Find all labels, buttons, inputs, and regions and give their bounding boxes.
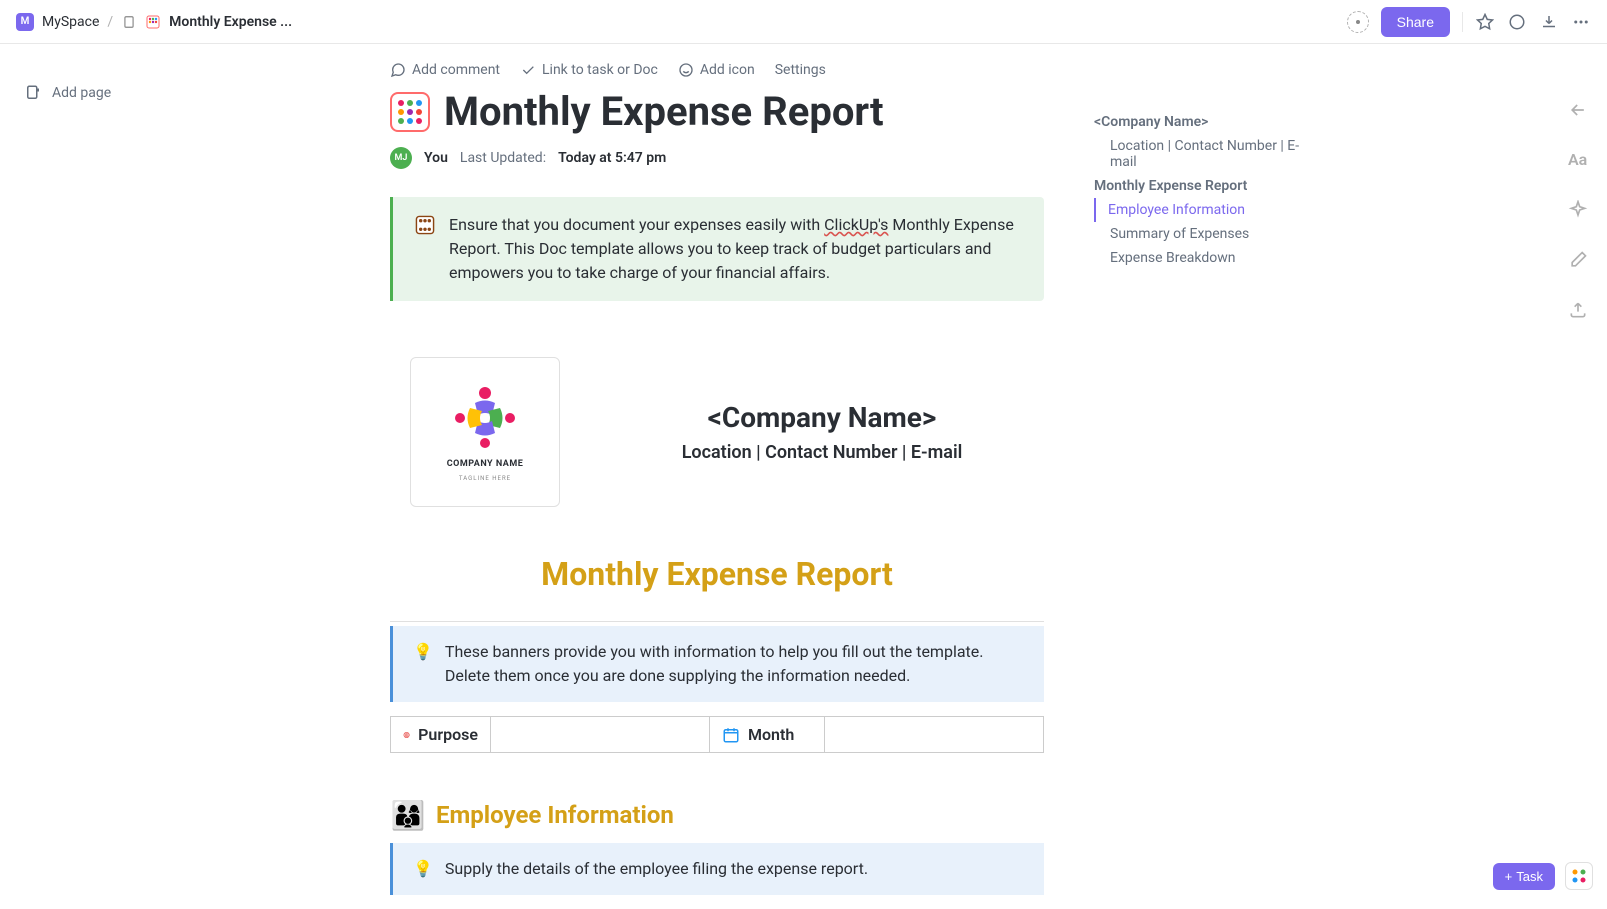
share-button[interactable]: Share [1381,7,1450,37]
purpose-month-row: Purpose Month [390,716,1044,753]
add-icon-button[interactable]: Add icon [678,62,755,78]
employee-section-header: 👨‍👩‍👦 Employee Information [390,797,1044,833]
add-comment-label: Add comment [412,62,500,78]
add-page-label: Add page [52,85,111,101]
abacus-icon [415,215,435,235]
edit-icon[interactable] [1568,250,1590,272]
employee-section-title: Employee Information [436,801,674,829]
outline-panel: <Company Name> Location | Contact Number… [1094,110,1324,270]
clickup-link[interactable]: ClickUp's [824,215,888,234]
activity-icon[interactable] [1347,11,1369,33]
company-block: COMPANY NAME TAGLINE HERE <Company Name>… [410,357,1044,507]
calendar-icon [722,726,740,744]
report-section-title: Monthly Expense Report [390,555,1044,593]
callout-text: Ensure that you document your expenses e… [449,213,1022,285]
ai-icon[interactable] [1568,200,1590,222]
purpose-value[interactable] [491,717,710,752]
meta-row: MJ You Last Updated: Today at 5:47 pm [390,147,1044,169]
logo-name: COMPANY NAME [447,459,524,469]
typography-icon[interactable]: Aa [1568,150,1590,172]
add-page-icon [24,84,42,102]
settings-label: Settings [775,62,826,78]
month-value[interactable] [825,717,1043,752]
more-icon[interactable] [1571,12,1591,32]
month-label: Month [748,725,794,744]
logo-tagline: TAGLINE HERE [459,475,511,482]
settings-button[interactable]: Settings [775,62,826,78]
author-label: You [424,150,448,166]
purpose-label: Purpose [418,725,478,744]
star-icon[interactable] [1475,12,1495,32]
page-title[interactable]: Monthly Expense Report [444,88,884,135]
link-icon [520,62,536,78]
company-subtitle[interactable]: Location | Contact Number | E-mail [600,442,1044,463]
document-icon [121,14,137,30]
document-main: Add comment Link to task or Doc Add icon… [390,44,1044,909]
new-task-button[interactable]: + Task [1493,863,1555,890]
add-page-button[interactable]: Add page [16,76,224,110]
breadcrumb: M MySpace / Monthly Expense ... [16,13,292,31]
info-banner: 💡 These banners provide you with informa… [390,626,1044,702]
export-icon[interactable] [1568,300,1590,322]
download-icon[interactable] [1539,12,1559,32]
breadcrumb-workspace[interactable]: MySpace [42,14,99,30]
people-icon: 👨‍👩‍👦 [390,797,426,833]
abacus-icon[interactable] [390,92,430,132]
workspace-badge[interactable]: M [16,13,34,31]
updated-time: Today at 5:47 pm [558,150,666,166]
outline-item[interactable]: Employee Information [1094,198,1324,222]
company-logo[interactable]: COMPANY NAME TAGLINE HERE [410,357,560,507]
bottom-right-actions: + Task [1493,862,1593,890]
month-cell: Month [710,717,825,752]
outline-item[interactable]: <Company Name> [1094,110,1324,134]
breadcrumb-separator: / [107,14,113,30]
outline-item[interactable]: Expense Breakdown [1094,246,1324,270]
intro-callout: Ensure that you document your expenses e… [390,197,1044,301]
info-banner-text: These banners provide you with informati… [445,640,1024,688]
target-icon [403,726,410,744]
updated-label: Last Updated: [460,150,546,166]
emoji-icon [678,62,694,78]
logo-shape-icon [450,383,520,453]
doc-toolbar: Add comment Link to task or Doc Add icon… [390,62,1044,78]
link-task-label: Link to task or Doc [542,62,658,78]
abacus-icon [145,14,161,30]
company-text: <Company Name> Location | Contact Number… [600,401,1044,463]
avatar[interactable]: MJ [390,147,412,169]
purpose-cell: Purpose [391,717,491,752]
task-label: Task [1516,869,1543,884]
breadcrumb-doc-title[interactable]: Monthly Expense ... [169,14,292,30]
title-row: Monthly Expense Report [390,88,1044,135]
sidebar-left: Add page [0,44,240,142]
outline-item[interactable]: Location | Contact Number | E-mail [1094,134,1324,174]
add-comment-button[interactable]: Add comment [390,62,500,78]
employee-info-banner: 💡 Supply the details of the employee fil… [390,843,1044,895]
lightbulb-icon: 💡 [413,857,433,881]
collapse-icon[interactable] [1568,100,1590,122]
outline-item[interactable]: Monthly Expense Report [1094,174,1324,198]
topbar: M MySpace / Monthly Expense ... Share [0,0,1607,44]
comment-icon[interactable] [1507,12,1527,32]
apps-button[interactable] [1565,862,1593,890]
grid-icon [1571,868,1587,884]
employee-banner-text: Supply the details of the employee filin… [445,857,868,881]
divider [1462,12,1463,32]
plus-icon: + [1505,869,1513,884]
add-icon-label: Add icon [700,62,755,78]
outline-item[interactable]: Summary of Expenses [1094,222,1324,246]
lightbulb-icon: 💡 [413,640,433,688]
company-name[interactable]: <Company Name> [600,401,1044,434]
link-task-button[interactable]: Link to task or Doc [520,62,658,78]
comment-icon [390,62,406,78]
divider [390,621,1044,622]
topbar-actions: Share [1347,7,1591,37]
right-rail: Aa [1559,100,1599,322]
